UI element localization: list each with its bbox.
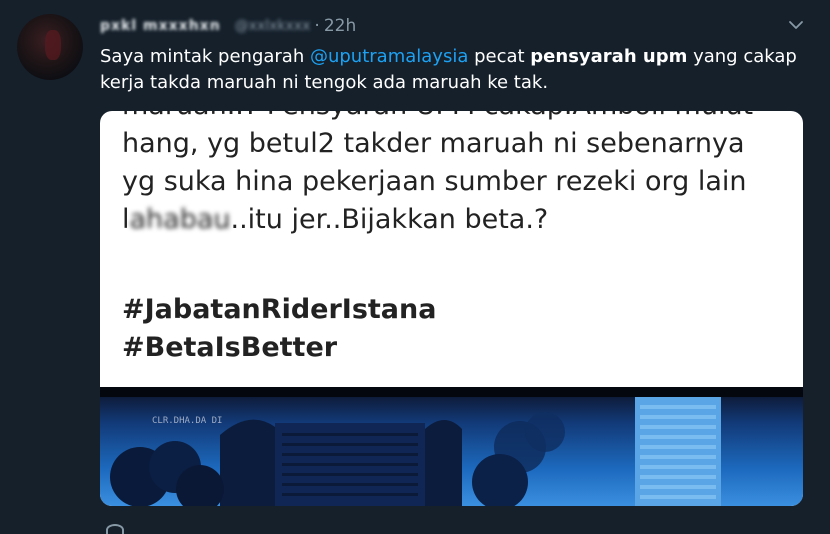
avatar-figure (45, 30, 61, 60)
timestamp[interactable]: 22h (324, 16, 356, 36)
photo-caption: CLR.DHA.DA DI (152, 416, 222, 426)
image-text-fragment: l (122, 204, 130, 235)
blurred-word: ahabau (129, 204, 231, 235)
image-text-fragment: ..itu jer..Bijakkan beta.? (230, 204, 549, 235)
image-text-line: yg suka hina pekerjaan sumber rezeki org… (122, 166, 747, 197)
avatar[interactable] (17, 14, 83, 80)
image-text-line: maruah..? Pensyarah UPM cakap.Amboii mul… (122, 111, 802, 125)
image-text-line: lahabau..itu jer..Bijakkan beta.? (122, 201, 802, 239)
image-text: maruah..? Pensyarah UPM cakap.Amboii mul… (122, 111, 802, 239)
image-text-line: hang, yg betul2 takder maruah ni sebenar… (122, 128, 745, 159)
tweet-text: Saya mintak pengarah @uputramalaysia pec… (100, 44, 810, 96)
hashtag: #JabatanRiderIstana (122, 294, 437, 325)
tweet-header: pxkl mxxxhxn @xxlxkxxx · 22h (100, 14, 356, 38)
tweet[interactable]: pxkl mxxxhxn @xxlxkxxx · 22h Saya mintak… (0, 0, 830, 534)
media-image[interactable]: maruah..? Pensyarah UPM cakap.Amboii mul… (100, 111, 803, 506)
display-name[interactable]: pxkl mxxxhxn (100, 18, 221, 34)
user-handle[interactable]: @xxlxkxxx (235, 18, 311, 34)
building-illustration: CLR.DHA.DA DI (110, 397, 721, 506)
separator: · (314, 16, 320, 36)
mention-link[interactable]: @uputramalaysia (310, 46, 468, 67)
tweet-text-bold: pensyarah upm (530, 46, 688, 67)
reply-icon[interactable] (106, 524, 124, 534)
tweet-text-part: Saya mintak pengarah (100, 46, 310, 67)
tweet-text-part: pecat (468, 46, 531, 67)
hashtag: #BetaIsBetter (122, 332, 338, 363)
building-photo: CLR.DHA.DA DI (100, 387, 803, 506)
chevron-down-icon[interactable] (788, 17, 804, 33)
image-hashtags: #JabatanRiderIstana #BetaIsBetter (122, 291, 436, 367)
